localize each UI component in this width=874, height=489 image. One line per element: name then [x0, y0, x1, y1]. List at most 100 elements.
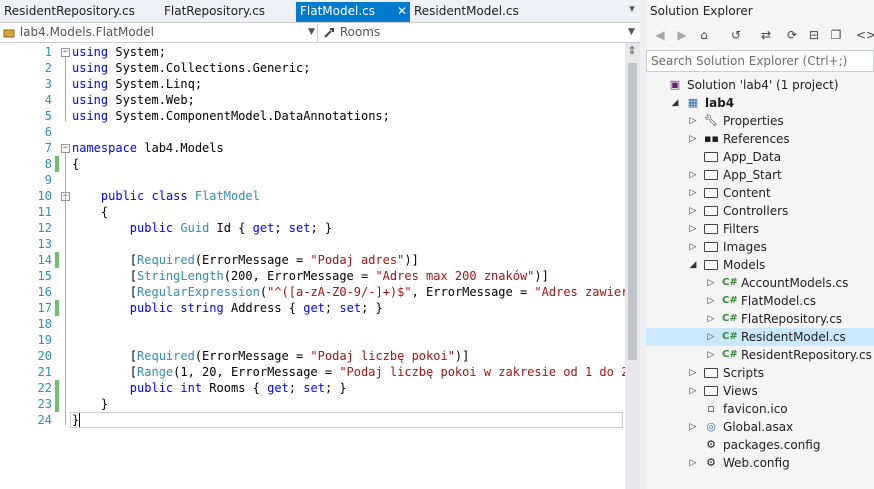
tree-item-residentrepository-cs[interactable]: ▷ C# ResidentRepository.cs	[646, 346, 874, 364]
show-all-files-icon[interactable]: ❐	[828, 27, 844, 43]
line-number: 14	[37, 253, 52, 267]
tab-label: FlatModel.cs	[300, 4, 375, 18]
code-line[interactable]: using System.ComponentModel.DataAnnotati…	[72, 108, 390, 124]
wrench-icon	[324, 27, 334, 38]
csharp-file-icon: C#	[722, 349, 738, 360]
home-icon[interactable]: ⌂	[696, 27, 712, 43]
tree-item-label: favicon.ico	[723, 402, 788, 416]
tree-item-images[interactable]: ▷ Images	[646, 238, 874, 256]
expander-icon[interactable]: ▷	[706, 292, 716, 310]
back-icon[interactable]: ◀	[652, 27, 668, 43]
class-icon	[3, 29, 15, 37]
code-line[interactable]: using System;	[72, 44, 166, 60]
expander-icon[interactable]: ▷	[688, 112, 698, 130]
collapse-all-icon[interactable]: ⊟	[806, 27, 822, 43]
code-line[interactable]: using System.Web;	[72, 92, 195, 108]
line-number: 23	[37, 397, 52, 411]
collapse-icon[interactable]: −	[61, 48, 70, 57]
code-line[interactable]: using System.Collections.Generic;	[72, 60, 310, 76]
search-input[interactable]: Search Solution Explorer (Ctrl+;)	[646, 50, 874, 72]
code-line[interactable]: {	[72, 204, 108, 220]
line-number: 11	[37, 205, 52, 219]
line-number: 15	[37, 269, 52, 283]
tree-item-web-config[interactable]: ▷ ⚙ Web.config	[646, 454, 874, 472]
tree-item-scripts[interactable]: ▷ Scripts	[646, 364, 874, 382]
tree-item-label: lab4	[705, 96, 735, 110]
expander-icon[interactable]: ▷	[688, 364, 698, 382]
line-number: 5	[44, 109, 52, 123]
code-line[interactable]: {	[72, 156, 79, 172]
expander-icon[interactable]: ▷	[688, 184, 698, 202]
tab-overflow-menu-icon[interactable]: ▾	[624, 2, 640, 22]
tree-item-flatrepository-cs[interactable]: ▷ C# FlatRepository.cs	[646, 310, 874, 328]
expander-icon[interactable]: ◢	[670, 94, 680, 112]
forward-icon[interactable]: ▶	[674, 27, 690, 43]
tree-item-app-start[interactable]: ▷ App_Start	[646, 166, 874, 184]
tree-item-filters[interactable]: ▷ Filters	[646, 220, 874, 238]
expander-icon[interactable]: ▷	[688, 382, 698, 400]
code-line[interactable]: namespace lab4.Models	[72, 140, 224, 156]
code-line[interactable]: [RegularExpression("^([a-zA-Z0-9/-]+)$",…	[72, 284, 625, 300]
expander-icon[interactable]: ▷	[688, 202, 698, 220]
code-line[interactable]: [Required(ErrorMessage = "Podaj adres")]	[72, 252, 419, 268]
expander-icon[interactable]: ▷	[706, 346, 716, 364]
expander-icon[interactable]: ▷	[688, 454, 698, 472]
tree-item-label: Scripts	[723, 366, 765, 380]
tree-item-lab4[interactable]: ◢ ▦ lab4	[646, 94, 874, 112]
tree-item-models[interactable]: ◢ Models	[646, 256, 874, 274]
splitter-icon[interactable]: ⇕	[626, 44, 638, 58]
code-line[interactable]: public Guid Id { get; set; }	[72, 220, 332, 236]
expander-icon[interactable]: ◢	[688, 256, 698, 274]
tree-item-residentmodel-cs[interactable]: ▷ C# ResidentModel.cs	[646, 328, 874, 346]
code-line[interactable]: }	[72, 396, 108, 412]
folder-icon	[704, 152, 718, 162]
expander-icon[interactable]: ▷	[706, 310, 716, 328]
close-icon[interactable]: ✕	[397, 2, 407, 21]
folder-icon	[704, 386, 718, 396]
csharp-file-icon: C#	[722, 295, 738, 306]
code-line[interactable]: public int Rooms { get; set; }	[72, 380, 347, 396]
tree-item-properties[interactable]: ▷ 🔧︎ Properties	[646, 112, 874, 130]
expander-icon[interactable]: ▷	[688, 130, 698, 148]
expander-icon[interactable]: ▷	[688, 220, 698, 238]
tree-item-accountmodels-cs[interactable]: ▷ C# AccountModels.cs	[646, 274, 874, 292]
code-line[interactable]: [Required(ErrorMessage = "Podaj liczbę p…	[72, 348, 470, 364]
tree-item-content[interactable]: ▷ Content	[646, 184, 874, 202]
expander-icon[interactable]: ▷	[706, 328, 716, 346]
code-line[interactable]: public string Address { get; set; }	[72, 300, 383, 316]
expander-icon[interactable]: ▷	[688, 418, 698, 436]
tree-item-controllers[interactable]: ▷ Controllers	[646, 202, 874, 220]
tab-flat-model[interactable]: FlatModel.cs ✕	[296, 2, 410, 22]
expander-icon[interactable]: ▷	[688, 238, 698, 256]
code-view-icon[interactable]: <>	[856, 27, 874, 43]
tree-item-global-asax[interactable]: ▷ ◎ Global.asax	[646, 418, 874, 436]
tree-item-packages-config[interactable]: ⚙ packages.config	[646, 436, 874, 454]
scrollbar-thumb[interactable]	[628, 63, 637, 360]
refresh-icon[interactable]: ⟳	[784, 27, 800, 43]
tree-item-references[interactable]: ▷ ▪▪ References	[646, 130, 874, 148]
tab-resident-model[interactable]: ResidentModel.cs	[410, 2, 560, 22]
tree-item-label: Models	[723, 258, 766, 272]
expander-icon[interactable]: ▷	[706, 274, 716, 292]
collapse-icon[interactable]: −	[61, 144, 70, 153]
code-editor[interactable]: 1 using System; 2 using System.Collections.…	[0, 43, 625, 489]
tree-item-flatmodel-cs[interactable]: ▷ C# FlatModel.cs	[646, 292, 874, 310]
code-line[interactable]: public class FlatModel	[72, 188, 260, 204]
tree-item-solution-lab4-1-project[interactable]: ▣ Solution 'lab4' (1 project)	[646, 76, 874, 94]
type-dropdown[interactable]: lab4.Models.FlatModel ▼	[2, 24, 318, 42]
code-line[interactable]: [Range(1, 20, ErrorMessage = "Podaj licz…	[72, 364, 625, 380]
code-line[interactable]: [StringLength(200, ErrorMessage = "Adres…	[72, 268, 549, 284]
tree-item-label: FlatModel.cs	[741, 294, 816, 308]
history-icon[interactable]: ↺	[728, 27, 744, 43]
code-line[interactable]: using System.Linq;	[72, 76, 202, 92]
tab-resident-repository[interactable]: ResidentRepository.cs	[0, 2, 160, 22]
chevron-down-icon: ▼	[308, 27, 315, 37]
pending-changes-icon[interactable]: ⇄	[758, 27, 774, 43]
tree-item-views[interactable]: ▷ Views	[646, 382, 874, 400]
tree-item-favicon-ico[interactable]: ▫ favicon.ico	[646, 400, 874, 418]
tab-flat-repository[interactable]: FlatRepository.cs	[160, 2, 296, 22]
project-icon: ▦	[687, 96, 699, 109]
tree-item-app-data[interactable]: App_Data	[646, 148, 874, 166]
member-dropdown[interactable]: Rooms ▼	[322, 24, 640, 42]
expander-icon[interactable]: ▷	[688, 166, 698, 184]
